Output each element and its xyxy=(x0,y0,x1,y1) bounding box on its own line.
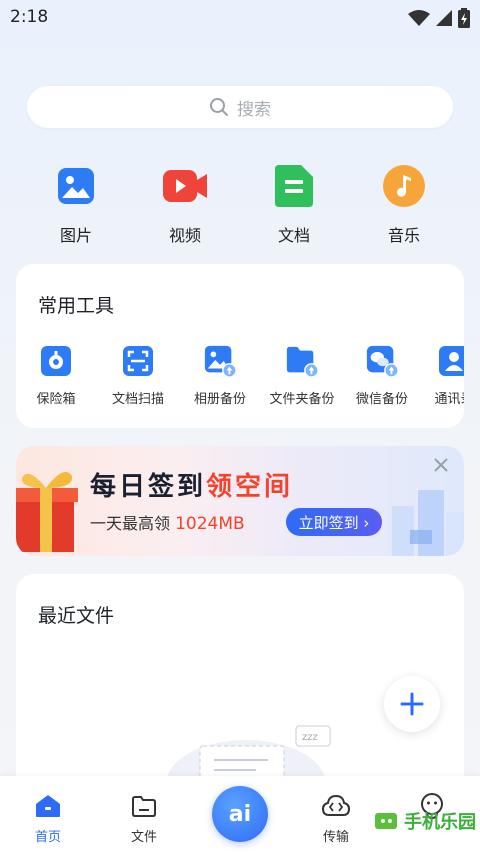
tool-safe[interactable]: 保险箱 xyxy=(36,344,76,407)
category-row: 图片 视频 文档 音乐 xyxy=(0,160,480,250)
svg-text:zzz: zzz xyxy=(302,732,318,743)
music-icon xyxy=(382,164,426,208)
plus-icon xyxy=(400,692,424,716)
banner-subtitle-text: 一天最高领 xyxy=(90,514,171,533)
category-label: 文档 xyxy=(277,226,310,245)
tools-card: 常用工具 保险箱 文档扫描 相册备份 文件夹备份 微信备份 通讯录 xyxy=(16,264,464,428)
close-icon[interactable] xyxy=(432,456,450,474)
add-button[interactable] xyxy=(384,676,440,732)
battery-icon xyxy=(458,8,470,28)
tool-folder-backup[interactable]: 文件夹备份 xyxy=(268,344,336,407)
status-icons xyxy=(408,8,470,28)
nav-label: 文件 xyxy=(130,830,157,845)
status-time: 2:18 xyxy=(10,7,49,27)
banner-title-main: 每日签到 xyxy=(90,472,207,502)
tools-title: 常用工具 xyxy=(38,295,115,317)
empty-state-illustration: zzz xyxy=(166,725,331,784)
scan-icon xyxy=(121,344,155,378)
transfer-icon xyxy=(296,792,376,820)
tool-label: 微信备份 xyxy=(355,392,408,407)
signal-icon xyxy=(436,10,452,26)
search-placeholder: 搜索 xyxy=(237,99,271,120)
status-bar: 2:18 xyxy=(0,0,480,34)
tool-scan[interactable]: 文档扫描 xyxy=(110,344,166,407)
banner-size: 1024MB xyxy=(175,514,245,534)
nav-label: 传输 xyxy=(322,830,349,845)
category-music[interactable]: 音乐 xyxy=(349,160,459,246)
banner-title-accent: 领空间 xyxy=(206,472,294,502)
banner-title: 每日签到领空间 xyxy=(90,466,293,503)
search-bar[interactable]: 搜索 xyxy=(27,86,453,128)
checkin-button[interactable]: 立即签到 › xyxy=(286,508,382,536)
nav-transfer[interactable]: 传输 xyxy=(296,792,376,845)
ai-assistant-button[interactable]: ai xyxy=(212,786,268,842)
tool-contacts[interactable]: 通讯录 xyxy=(430,344,464,407)
tool-label: 保险箱 xyxy=(36,392,76,407)
tool-label: 相册备份 xyxy=(193,392,246,407)
nav-files[interactable]: 文件 xyxy=(104,792,184,845)
tool-label: 通讯录 xyxy=(434,392,464,407)
folder-backup-icon xyxy=(285,344,319,378)
tool-album-backup[interactable]: 相册备份 xyxy=(192,344,248,407)
folder-icon xyxy=(104,792,184,820)
safe-icon xyxy=(39,344,73,378)
search-icon xyxy=(210,98,228,116)
wifi-icon xyxy=(408,10,430,26)
image-icon xyxy=(54,164,98,208)
nav-label: 首页 xyxy=(34,830,61,845)
ai-label: ai xyxy=(228,801,252,827)
watermark-text: 手机乐园 xyxy=(404,812,476,833)
buildings-illustration xyxy=(392,490,464,556)
wechat-backup-icon xyxy=(365,344,399,378)
watermark: 手机乐园 xyxy=(374,808,476,834)
tool-wechat-backup[interactable]: 微信备份 xyxy=(354,344,410,407)
category-label: 音乐 xyxy=(387,226,420,245)
checkin-banner[interactable]: 每日签到领空间 一天最高领 1024MB 立即签到 › xyxy=(16,446,464,556)
contacts-icon xyxy=(437,344,464,378)
category-label: 视频 xyxy=(168,226,201,245)
category-label: 图片 xyxy=(59,226,92,245)
category-images[interactable]: 图片 xyxy=(21,160,131,246)
tool-label: 文件夹备份 xyxy=(269,392,335,407)
nav-home[interactable]: 首页 xyxy=(8,792,88,845)
banner-subtitle: 一天最高领 1024MB xyxy=(90,510,245,534)
watermark-logo-icon xyxy=(375,813,397,829)
category-videos[interactable]: 视频 xyxy=(130,160,240,246)
home-icon xyxy=(8,792,88,820)
video-icon xyxy=(163,164,207,208)
document-icon xyxy=(272,164,316,208)
category-documents[interactable]: 文档 xyxy=(239,160,349,246)
tool-label: 文档扫描 xyxy=(111,392,164,407)
recent-title: 最近文件 xyxy=(38,605,115,627)
gift-box-icon xyxy=(16,472,78,552)
album-backup-icon xyxy=(203,344,237,378)
